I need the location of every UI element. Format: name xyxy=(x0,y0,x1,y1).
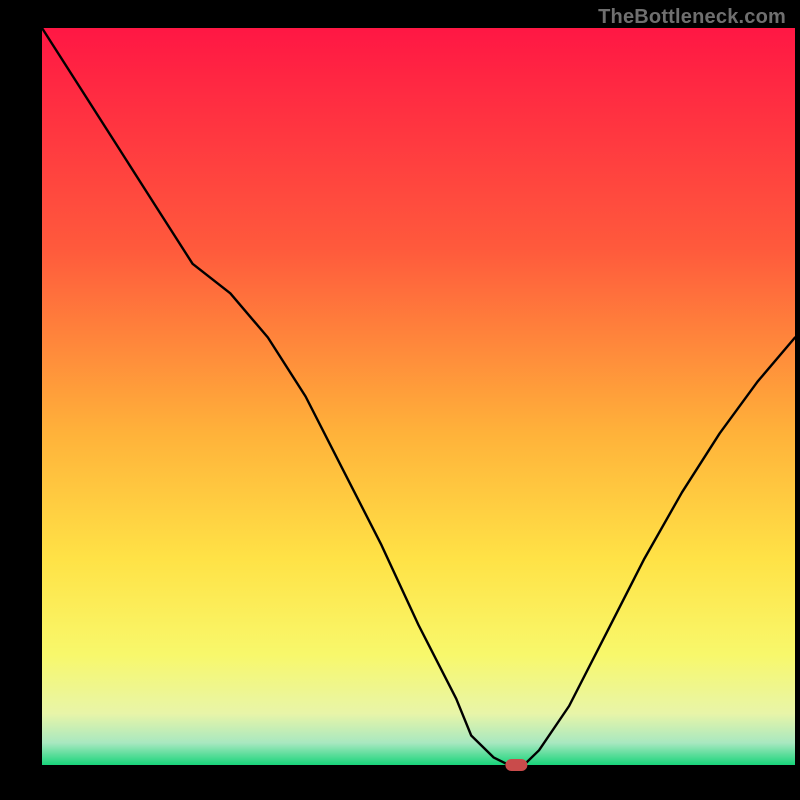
chart-frame: TheBottleneck.com xyxy=(0,0,800,800)
watermark-text: TheBottleneck.com xyxy=(598,6,786,29)
bottleneck-chart xyxy=(0,0,800,800)
plot-background xyxy=(42,28,795,765)
optimum-marker xyxy=(505,759,527,771)
